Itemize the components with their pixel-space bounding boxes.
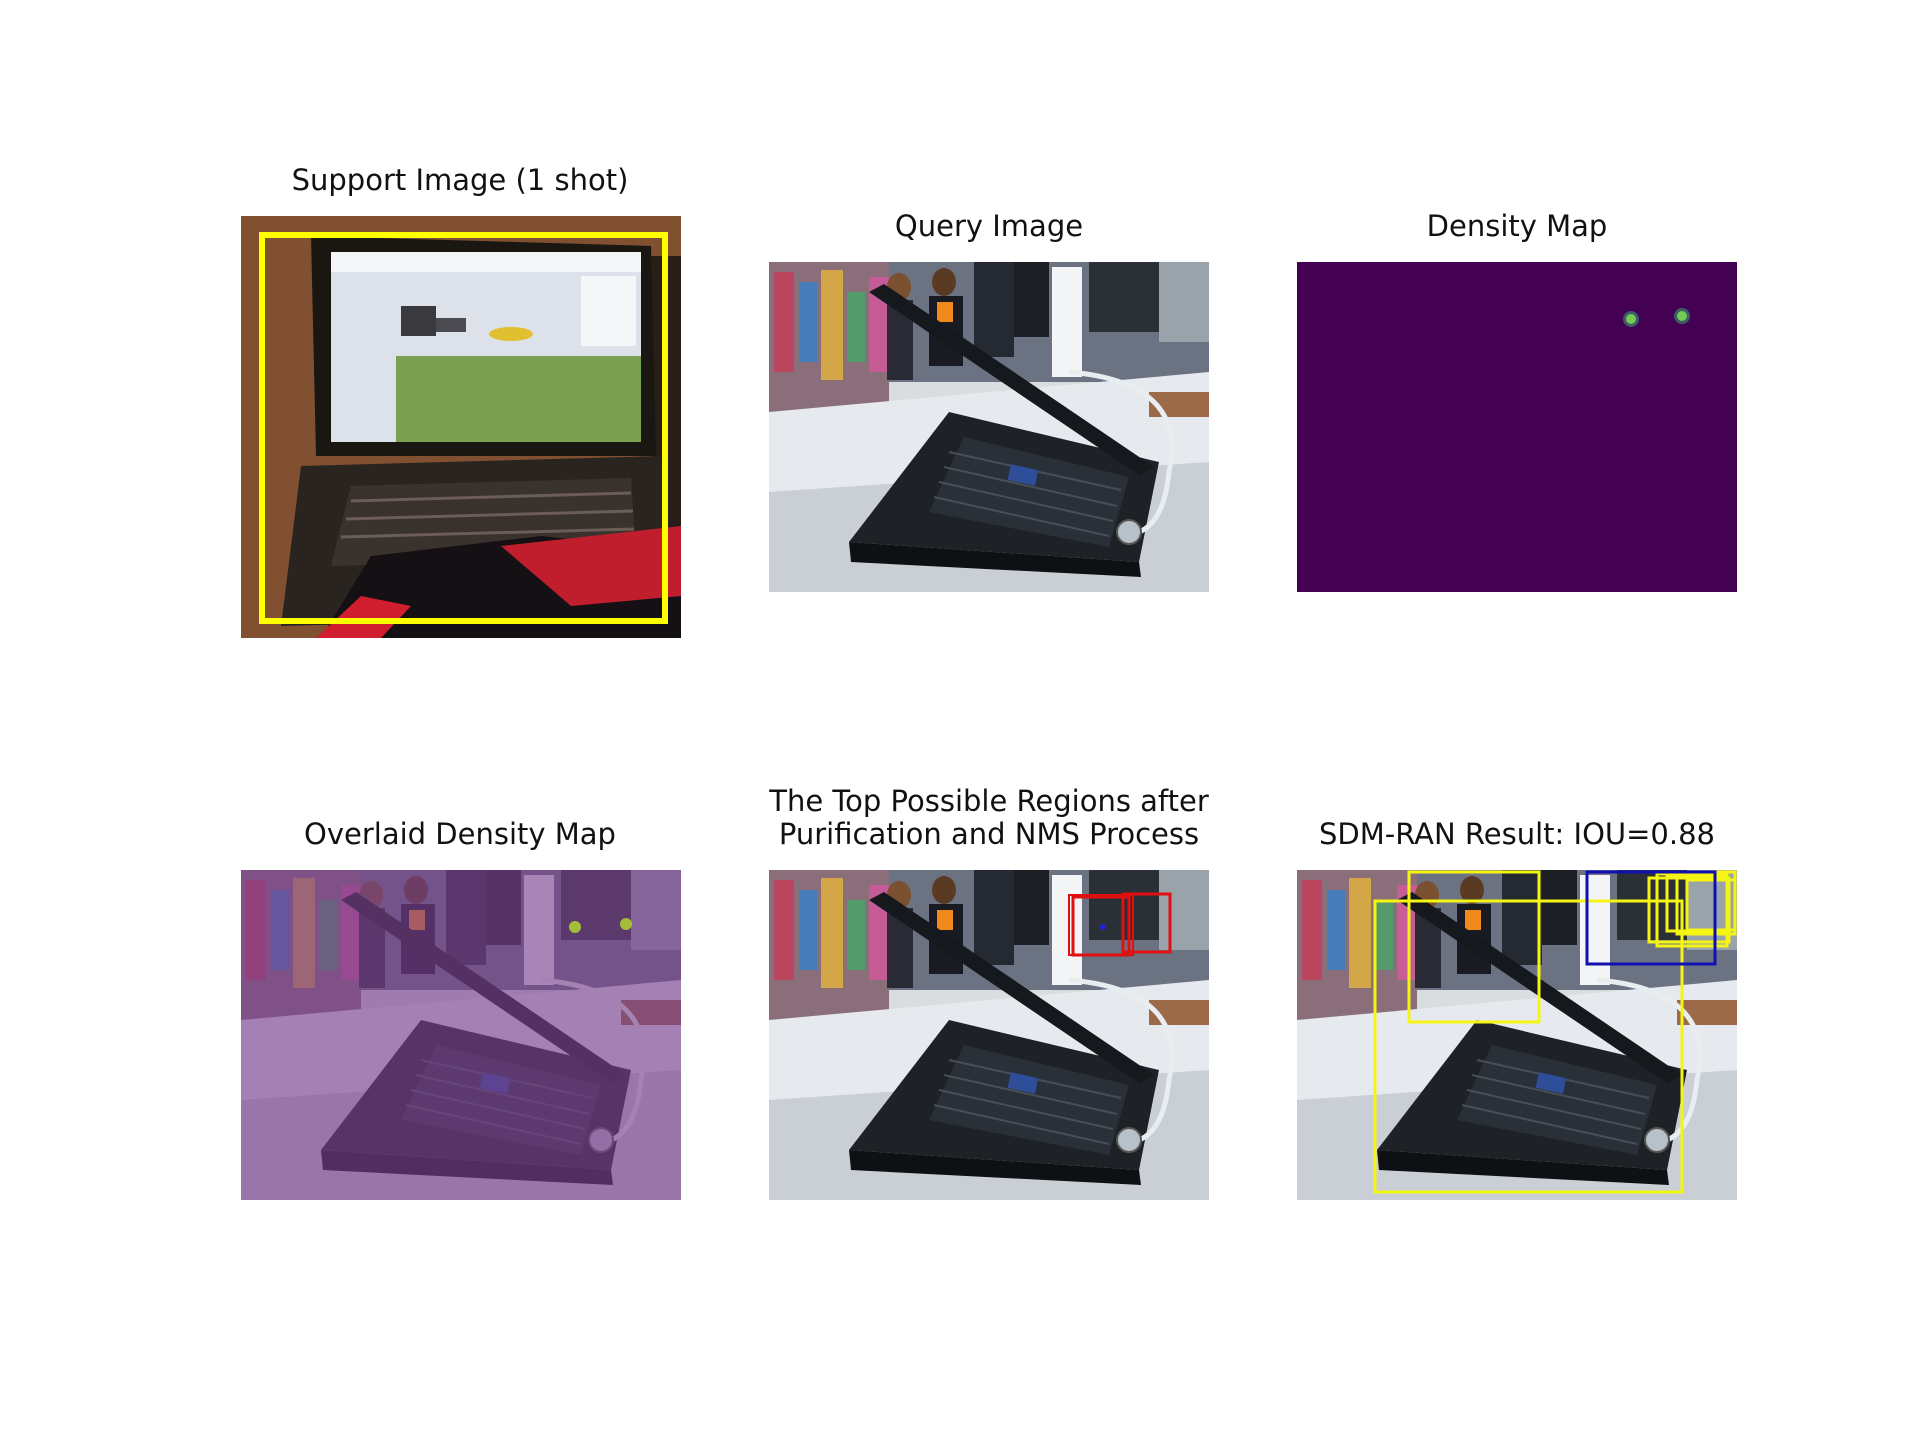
density-map (1297, 262, 1737, 592)
query-image-title: Query Image (894, 209, 1084, 243)
density-map-title: Density Map (1426, 209, 1608, 243)
regions-title: The Top Possible Regions after Purificat… (709, 785, 1269, 851)
support-image-title: Support Image (1 shot) (291, 163, 629, 197)
overlaid-density-map (241, 870, 681, 1200)
overlaid-density-title: Overlaid Density Map (304, 817, 616, 851)
regions-title-line-2: Purification and NMS Process (778, 817, 1200, 851)
result-title: SDM-RAN Result: IOU=0.88 (1318, 817, 1716, 851)
support-image (241, 216, 681, 638)
regions-title-line-1: The Top Possible Regions after (769, 784, 1209, 818)
query-image (769, 262, 1209, 592)
result-image (1297, 870, 1737, 1200)
top-regions-image (769, 870, 1209, 1200)
